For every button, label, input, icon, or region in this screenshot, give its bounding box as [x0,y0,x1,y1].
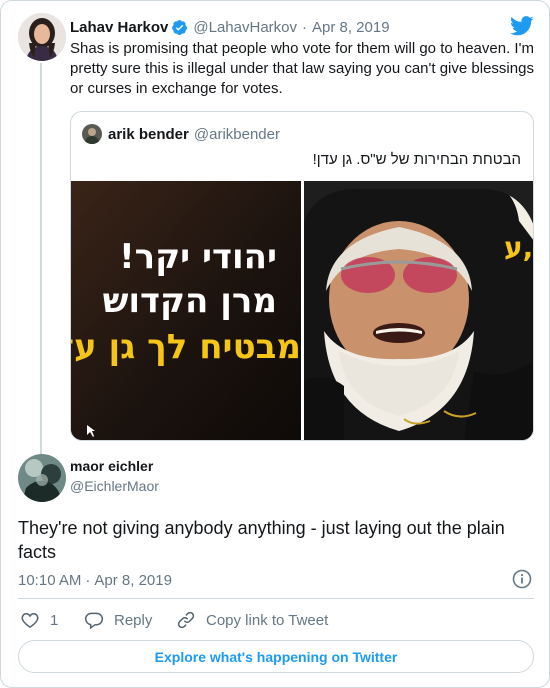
twitter-bird-icon[interactable] [510,16,534,36]
tweet-embed-card: Lahav Harkov @LahavHarkov · Apr 8, 2019 … [0,0,550,688]
quoted-author-name: arik bender [108,125,189,143]
main-handle[interactable]: @EichlerMaor [70,478,159,494]
parent-header: Lahav Harkov @LahavHarkov · Apr 8, 2019 [70,17,390,37]
reply-label: Reply [114,611,153,629]
quoted-header: arik bender @arikbender [82,124,280,144]
heart-icon [21,612,39,628]
maor-avatar-image [18,454,66,502]
quoted-handle: @arikbender [193,125,280,143]
link-icon [177,611,195,629]
copy-link-action[interactable]: Copy link to Tweet [176,609,328,631]
lahav-avatar-image [18,13,66,61]
reply-action[interactable]: Reply [84,609,152,631]
quoted-tweet[interactable]: arik bender @arikbender הבטחת הבחירות של… [70,111,534,441]
main-tweet-text: They're not giving anybody anything - ju… [18,518,505,562]
info-icon[interactable] [512,569,532,589]
verified-badge-icon [171,19,188,36]
parent-tweet-text: Shas is promising that people who vote f… [70,40,534,97]
speech-bubble-icon [84,612,104,630]
parent-handle[interactable]: @LahavHarkov [193,19,297,36]
image-headline-line-2: מרן הקדוש [102,281,277,321]
main-time: 10:10 AM [18,571,82,589]
image-headline-line-3: מבטיח לך גן עד [71,327,301,367]
like-count: 1 [50,611,59,629]
main-date: Apr 8, 2019 [94,571,172,589]
arik-avatar [82,124,102,144]
parent-author-name[interactable]: Lahav Harkov [70,19,168,36]
explore-button[interactable]: Explore what's happening on Twitter [18,640,534,673]
copy-link-label: Copy link to Tweet [206,611,329,629]
image-headline-line-1: יהודי יקר! [119,237,277,277]
like-action[interactable]: 1 [20,609,58,631]
rabbi-portrait-photo: ע, [304,181,533,440]
image-right-text-fragment: ע, [504,231,533,264]
quoted-image-left[interactable]: יהודי יקר! מרן הקדוש מבטיח לך גן עד [71,181,301,440]
quoted-tweet-text: הבטחת הבחירות של ש"ס. גן עדן! [312,151,521,168]
main-separator: · [85,571,91,589]
main-author-name[interactable]: maor eichler [70,458,153,474]
quoted-image-right[interactable]: ע, [304,181,533,440]
main-timestamp[interactable]: 10:10 AM · Apr 8, 2019 [18,570,172,590]
thread-connector-line [40,63,42,455]
parent-date[interactable]: Apr 8, 2019 [312,19,390,36]
actions-divider [18,598,534,599]
maor-avatar[interactable] [18,454,66,502]
parent-separator: · [302,18,307,36]
lahav-avatar[interactable] [18,13,66,61]
